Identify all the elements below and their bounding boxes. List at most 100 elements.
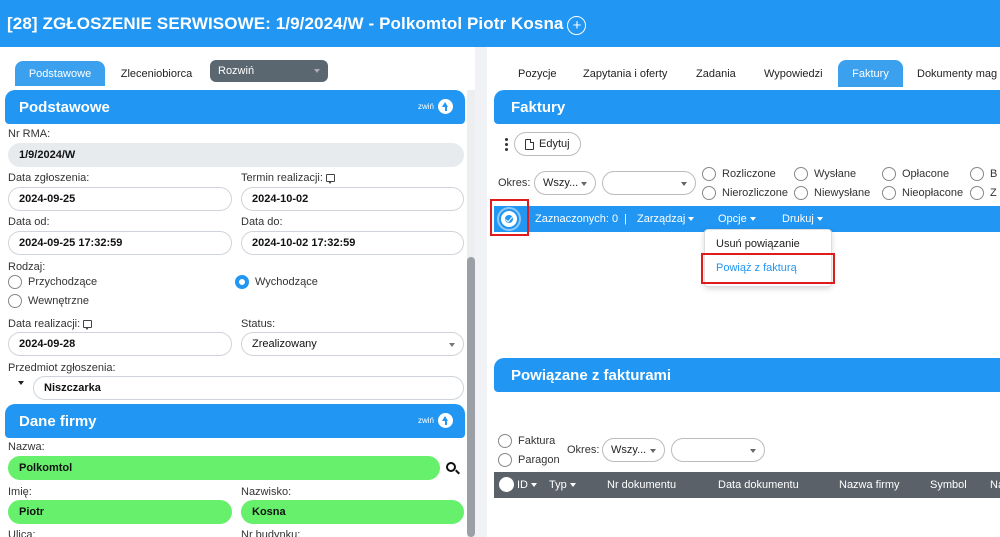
col-na[interactable]: Na [990,479,1000,491]
tab-zapytania[interactable]: Zapytania i oferty [583,60,667,87]
expand-dropdown[interactable]: Rozwiń [210,60,328,82]
radio-internal[interactable]: Wewnętrzne [8,294,89,308]
period-detail-select[interactable] [602,171,696,195]
filter-label: Nieopłacone [902,187,964,199]
tab-wypowiedzi[interactable]: Wypowiedzi [764,60,823,87]
tab-podstawowe[interactable]: Podstawowe [15,61,105,86]
period-label: Okres: [498,177,531,189]
chevron-down-icon [750,449,756,453]
print-dropdown[interactable]: Drukuj [782,213,823,225]
radio-paragon[interactable]: Paragon [498,453,560,467]
filter-nierozliczone[interactable]: Nierozliczone [702,186,788,200]
chevron-down-icon [449,343,455,347]
section-basic-header: Podstawowe zwiń [5,90,465,124]
radio-circle [882,167,896,181]
caret-down-icon [569,483,576,487]
print-label: Drukuj [782,213,814,225]
add-circle-icon[interactable]: + [567,15,587,35]
filter-rozliczone[interactable]: Rozliczone [702,167,776,181]
radio-circle [970,186,984,200]
subject-label: Przedmiot zgłoszenia: [8,362,116,374]
col-nr-dokumentu[interactable]: Nr dokumentu [607,479,676,491]
subject-field[interactable]: Niszczarka [33,376,464,400]
more-vertical-icon[interactable] [505,138,508,151]
deadline-label: Termin realizacji: [241,172,335,185]
radio-circle [498,434,512,448]
chevron-down-icon [581,182,587,186]
filter-label: Niewysłane [814,187,871,199]
status-select[interactable]: Zrealizowany [241,332,464,356]
radio-outgoing-label: Wychodzące [255,276,318,288]
period-select[interactable]: Wszy... [534,171,596,195]
chevron-down-icon [314,69,320,73]
radio-circle [702,167,716,181]
date-to-field[interactable]: 2024-10-02 17:32:59 [241,231,464,255]
tab-dokumenty[interactable]: Dokumenty mag [917,60,997,87]
caret-down-icon [749,217,756,221]
col-id[interactable]: ID [517,479,537,491]
comment-icon[interactable] [325,174,335,185]
radio-circle [8,275,22,289]
manage-dropdown[interactable]: Zarządzaj [637,213,695,225]
radio-incoming-label: Przychodzące [28,276,98,288]
radio-circle-selected [235,275,249,289]
menu-item-remove-link[interactable]: Usuń powiązanie [716,238,800,250]
last-name-field[interactable]: Kosna [241,500,464,524]
left-tab-bar: Podstawowe Zleceniobiorca Rozwiń [0,47,475,90]
company-name-field[interactable]: Polkomtol [8,456,440,480]
search-icon[interactable] [446,462,456,472]
filter-oplacone[interactable]: Opłacone [882,167,949,181]
date-to-label: Data do: [241,216,283,228]
col-symbol[interactable]: Symbol [930,479,967,491]
options-dropdown[interactable]: Opcje [718,213,756,225]
select-all-radio[interactable] [499,477,514,492]
deadline-field[interactable]: 2024-10-02 [241,187,464,211]
edit-button-label: Edytuj [539,138,570,150]
col-typ[interactable]: Typ [549,479,576,491]
tab-pozycje[interactable]: Pozycje [518,60,557,87]
subject-expand-icon[interactable] [18,381,24,385]
collapse-basic-button[interactable]: zwiń [418,99,453,114]
collapse-label: zwiń [417,416,434,425]
radio-faktura[interactable]: Faktura [498,434,555,448]
expand-dropdown-label: Rozwiń [218,65,255,77]
linked-period-detail-select[interactable] [671,438,765,462]
tab-zleceniobiorca[interactable]: Zleceniobiorca [110,61,203,86]
linked-header: Powiązane z fakturami [494,358,1000,392]
chevron-down-icon [681,182,687,186]
tab-faktury[interactable]: Faktury [838,60,903,87]
comment-icon[interactable] [83,320,93,331]
deadline-label-text: Termin realizacji: [241,172,323,184]
arrow-up-icon [438,99,453,114]
linked-period-select[interactable]: Wszy... [602,438,665,462]
radio-circle [882,186,896,200]
date-from-label: Data od: [8,216,50,228]
col-data-dokumentu[interactable]: Data dokumentu [718,479,799,491]
tab-zadania[interactable]: Zadania [696,60,736,87]
filter-nieoplacone[interactable]: Nieopłacone [882,186,963,200]
edit-button[interactable]: Edytuj [514,132,581,156]
realization-field[interactable]: 2024-09-28 [8,332,232,356]
collapse-company-button[interactable]: zwiń [418,413,453,428]
options-label: Opcje [718,213,747,225]
document-icon [525,138,534,150]
left-scrollbar-thumb[interactable] [467,257,475,537]
first-name-field[interactable]: Piotr [8,500,232,524]
radio-outgoing[interactable]: Wychodzące [235,275,318,289]
linked-period-label: Okres: [567,444,600,456]
left-panel: Podstawowe Zleceniobiorca Rozwiń Podstaw… [0,47,475,537]
filter-wyslane[interactable]: Wysłane [794,167,856,181]
radio-incoming[interactable]: Przychodzące [8,275,97,289]
caret-down-icon [688,217,695,221]
invoices-header: Faktury [494,90,1000,124]
filter-b[interactable]: B [970,167,997,181]
date-report-field[interactable]: 2024-09-25 [8,187,232,211]
date-from-field[interactable]: 2024-09-25 17:32:59 [8,231,232,255]
manage-label: Zarządzaj [637,213,686,225]
caret-down-icon [816,217,823,221]
col-nazwa-firmy[interactable]: Nazwa firmy [839,479,900,491]
filter-z[interactable]: Z [970,186,997,200]
filter-niewyslane[interactable]: Niewysłane [794,186,870,200]
section-company-title: Dane firmy [19,412,97,430]
filter-label: B [990,168,998,180]
